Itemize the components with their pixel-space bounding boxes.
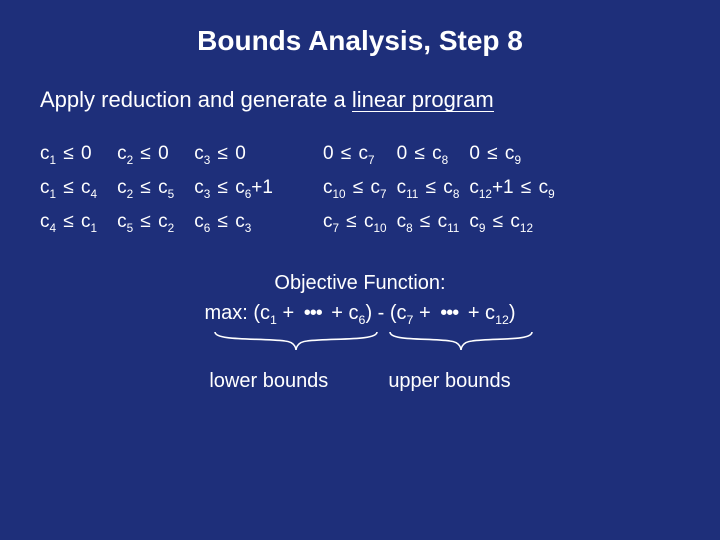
constraint-cell: c2 ≤ 0 xyxy=(117,143,174,165)
slide-title: Bounds Analysis, Step 8 xyxy=(40,25,680,57)
constraint-cell: c1 ≤ c4 xyxy=(40,177,97,199)
constraint-cell: c10 ≤ c7 xyxy=(323,177,387,199)
constraint-cell: c9 ≤ c12 xyxy=(469,211,554,233)
constraint-cell: c2 ≤ c5 xyxy=(117,177,174,199)
constraint-cell: c1 ≤ 0 xyxy=(40,143,97,165)
constraint-col: 0 ≤ c8 c11 ≤ c8 c8 ≤ c11 xyxy=(397,143,460,233)
lower-bounds-label: lower bounds xyxy=(209,366,328,396)
constraint-col: c1 ≤ 0 c1 ≤ c4 c4 ≤ c1 xyxy=(40,143,97,233)
constraints-right-group: 0 ≤ c7 c10 ≤ c7 c7 ≤ c10 0 ≤ c8 c11 ≤ c8… xyxy=(323,143,555,233)
constraint-cell: c12+1 ≤ c9 xyxy=(469,177,554,199)
objective-formula: max: (c1 + ••• + c6) - (c7 + ••• + c12) xyxy=(40,298,680,328)
constraints-table: c1 ≤ 0 c1 ≤ c4 c4 ≤ c1 c2 ≤ 0 c2 ≤ c5 c5… xyxy=(40,143,680,233)
objective-heading: Objective Function: xyxy=(40,268,680,298)
constraint-cell: c6 ≤ c3 xyxy=(194,211,273,233)
upper-bounds-label: upper bounds xyxy=(388,366,510,396)
curly-braces-icon xyxy=(180,330,540,358)
constraint-cell: c3 ≤ 0 xyxy=(194,143,273,165)
constraint-col: c3 ≤ 0 c3 ≤ c6+1 c6 ≤ c3 xyxy=(194,143,273,233)
constraint-cell: c4 ≤ c1 xyxy=(40,211,97,233)
subtitle-text-a: Apply reduction and generate a xyxy=(40,87,352,112)
constraint-cell: 0 ≤ c8 xyxy=(397,143,460,165)
objective-section: Objective Function: max: (c1 + ••• + c6)… xyxy=(40,268,680,396)
constraints-left-group: c1 ≤ 0 c1 ≤ c4 c4 ≤ c1 c2 ≤ 0 c2 ≤ c5 c5… xyxy=(40,143,273,233)
constraint-col: 0 ≤ c9 c12+1 ≤ c9 c9 ≤ c12 xyxy=(469,143,554,233)
constraint-cell: c5 ≤ c2 xyxy=(117,211,174,233)
constraint-cell: 0 ≤ c9 xyxy=(469,143,554,165)
constraint-cell: c7 ≤ c10 xyxy=(323,211,387,233)
slide-subtitle: Apply reduction and generate a linear pr… xyxy=(40,87,680,113)
constraint-cell: c3 ≤ c6+1 xyxy=(194,177,273,199)
subtitle-text-b: linear program xyxy=(352,88,494,112)
constraint-cell: c11 ≤ c8 xyxy=(397,177,460,199)
brace-row xyxy=(40,330,680,358)
constraint-col: c2 ≤ 0 c2 ≤ c5 c5 ≤ c2 xyxy=(117,143,174,233)
constraint-cell: 0 ≤ c7 xyxy=(323,143,387,165)
brace-labels: lower bounds upper bounds xyxy=(40,366,680,396)
constraint-col: 0 ≤ c7 c10 ≤ c7 c7 ≤ c10 xyxy=(323,143,387,233)
constraint-cell: c8 ≤ c11 xyxy=(397,211,460,233)
